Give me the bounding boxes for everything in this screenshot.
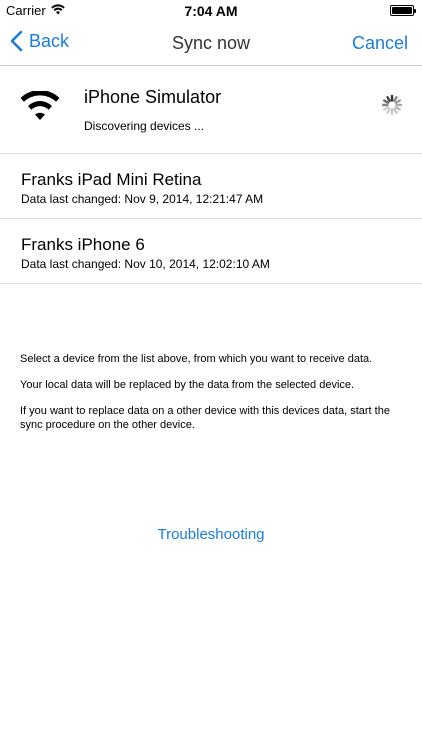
status-bar: Carrier 7:04 AM [0, 0, 422, 22]
discovery-status: Discovering devices ... [84, 119, 205, 133]
device-list-item[interactable]: Franks iPhone 6 Data last changed: Nov 1… [0, 219, 422, 284]
battery-icon [390, 5, 416, 16]
instructions: Select a device from the list above, fro… [20, 352, 405, 444]
device-list-item[interactable]: Franks iPad Mini Retina Data last change… [0, 154, 422, 219]
instruction-text: If you want to replace data on a other d… [20, 405, 390, 431]
current-device-header: iPhone Simulator Discovering devices ... [0, 67, 422, 154]
battery-fill [392, 7, 412, 14]
troubleshooting-button[interactable]: Troubleshooting [0, 526, 422, 543]
wifi-icon [19, 90, 61, 126]
device-last-changed: Data last changed: Nov 10, 2014, 12:02:1… [21, 257, 270, 271]
sync-screen: Carrier 7:04 AM Back Sync now Cancel iPh… [0, 0, 422, 750]
instruction-text: Your local data will be replaced by the … [20, 379, 355, 391]
activity-spinner-icon [381, 94, 403, 121]
status-time: 7:04 AM [184, 3, 238, 19]
device-name: Franks iPhone 6 [21, 235, 145, 254]
current-device-name: iPhone Simulator [84, 87, 222, 107]
device-last-changed: Data last changed: Nov 9, 2014, 12:21:47… [21, 192, 264, 206]
navigation-bar: Back Sync now Cancel [0, 22, 422, 66]
cancel-button[interactable]: Cancel [352, 33, 408, 54]
instruction-text: Select a device from the list above, fro… [20, 353, 373, 365]
device-name: Franks iPad Mini Retina [21, 170, 202, 189]
status-right [390, 5, 416, 16]
